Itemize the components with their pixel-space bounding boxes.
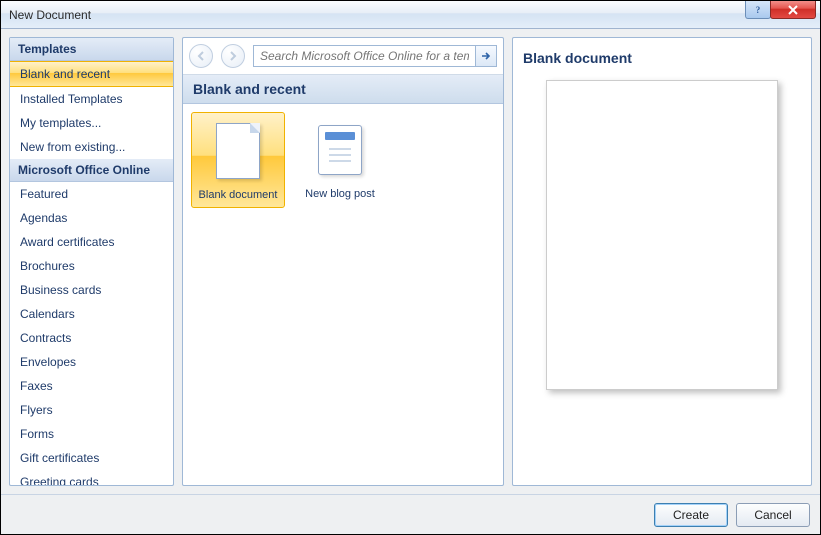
sidebar-item-envelopes[interactable]: Envelopes: [10, 350, 173, 374]
preview-pane: Blank document: [512, 37, 812, 486]
template-label: New blog post: [305, 188, 375, 200]
nav-back-button[interactable]: [189, 44, 213, 68]
sidebar-item-my-templates[interactable]: My templates...: [10, 111, 173, 135]
dialog-body: Templates Blank and recent Installed Tem…: [1, 29, 820, 494]
sidebar-item-new-from-existing[interactable]: New from existing...: [10, 135, 173, 159]
sidebar-item-gift-certificates[interactable]: Gift certificates: [10, 446, 173, 470]
blank-document-icon: [206, 119, 270, 183]
sidebar-item-faxes[interactable]: Faxes: [10, 374, 173, 398]
sidebar-item-forms[interactable]: Forms: [10, 422, 173, 446]
dialog-footer: Create Cancel: [1, 494, 820, 534]
svg-text:?: ?: [756, 5, 761, 15]
titlebar[interactable]: New Document ?: [1, 1, 820, 29]
sidebar-item-featured[interactable]: Featured: [10, 182, 173, 206]
blog-post-icon: [308, 118, 372, 182]
search-wrap: [253, 45, 497, 67]
arrow-right-icon: [227, 50, 239, 62]
templates-section-header: Blank and recent: [183, 75, 503, 104]
cancel-button[interactable]: Cancel: [736, 503, 810, 527]
close-button[interactable]: [770, 1, 816, 19]
sidebar-item-flyers[interactable]: Flyers: [10, 398, 173, 422]
template-label: Blank document: [199, 189, 278, 201]
sidebar-item-award-certificates[interactable]: Award certificates: [10, 230, 173, 254]
templates-sidebar: Templates Blank and recent Installed Tem…: [9, 37, 174, 486]
window-title: New Document: [9, 8, 91, 22]
window-buttons: ?: [746, 1, 816, 19]
sidebar-item-calendars[interactable]: Calendars: [10, 302, 173, 326]
sidebar-scroll[interactable]: Templates Blank and recent Installed Tem…: [10, 38, 173, 485]
sidebar-item-greeting-cards[interactable]: Greeting cards: [10, 470, 173, 485]
sidebar-item-business-cards[interactable]: Business cards: [10, 278, 173, 302]
search-go-button[interactable]: [475, 45, 497, 67]
template-new-blog-post[interactable]: New blog post: [293, 112, 387, 206]
create-button[interactable]: Create: [654, 503, 728, 527]
sidebar-item-blank-and-recent[interactable]: Blank and recent: [10, 61, 173, 87]
sidebar-item-brochures[interactable]: Brochures: [10, 254, 173, 278]
templates-list: Blank document New blog post: [183, 104, 503, 485]
sidebar-item-contracts[interactable]: Contracts: [10, 326, 173, 350]
templates-pane: Blank and recent Blank document New blog…: [182, 37, 504, 486]
arrow-left-icon: [195, 50, 207, 62]
template-blank-document[interactable]: Blank document: [191, 112, 285, 208]
help-button[interactable]: ?: [745, 1, 771, 19]
arrow-right-icon: [480, 50, 492, 62]
templates-toolbar: [183, 38, 503, 75]
sidebar-item-installed-templates[interactable]: Installed Templates: [10, 87, 173, 111]
sidebar-item-agendas[interactable]: Agendas: [10, 206, 173, 230]
sidebar-header-office-online: Microsoft Office Online: [10, 159, 173, 182]
sidebar-header-templates: Templates: [10, 38, 173, 61]
nav-forward-button[interactable]: [221, 44, 245, 68]
new-document-dialog: New Document ? Templates Blank and recen…: [0, 0, 821, 535]
preview-page: [546, 80, 778, 390]
search-input[interactable]: [253, 45, 476, 67]
preview-title: Blank document: [521, 46, 803, 76]
